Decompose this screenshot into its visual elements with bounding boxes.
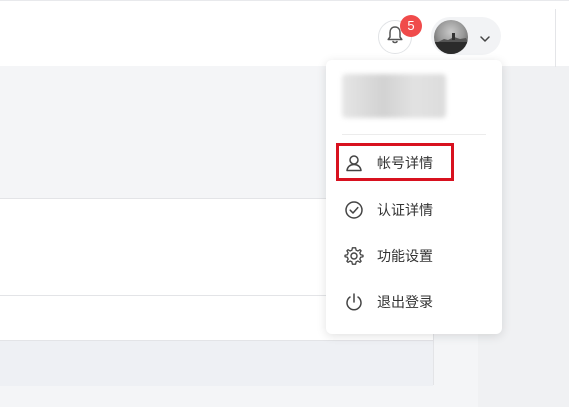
top-header: 5: [0, 0, 569, 67]
divider: [342, 134, 486, 135]
power-icon: [343, 291, 365, 313]
menu-item-verification-details[interactable]: 认证详情: [338, 191, 488, 229]
menu-item-label: 帐号详情: [377, 156, 433, 172]
menu-item-label: 认证详情: [377, 203, 433, 219]
notification-badge: 5: [400, 15, 422, 37]
divider: [555, 9, 556, 67]
user-info-blurred: [342, 74, 446, 118]
menu-item-account-details[interactable]: 帐号详情: [338, 144, 488, 182]
user-menu-button[interactable]: [431, 17, 501, 55]
menu-item-label: 退出登录: [377, 295, 433, 311]
user-dropdown-menu: 帐号详情 认证详情 功能设置 退出登录: [326, 60, 502, 334]
check-circle-icon: [343, 199, 365, 221]
avatar: [434, 20, 468, 54]
menu-item-label: 功能设置: [377, 249, 433, 265]
menu-item-logout[interactable]: 退出登录: [338, 283, 488, 321]
user-icon: [343, 152, 365, 174]
gear-icon: [343, 245, 365, 267]
chevron-down-icon: [479, 30, 491, 49]
menu-item-feature-settings[interactable]: 功能设置: [338, 237, 488, 275]
content-row: [0, 340, 433, 386]
